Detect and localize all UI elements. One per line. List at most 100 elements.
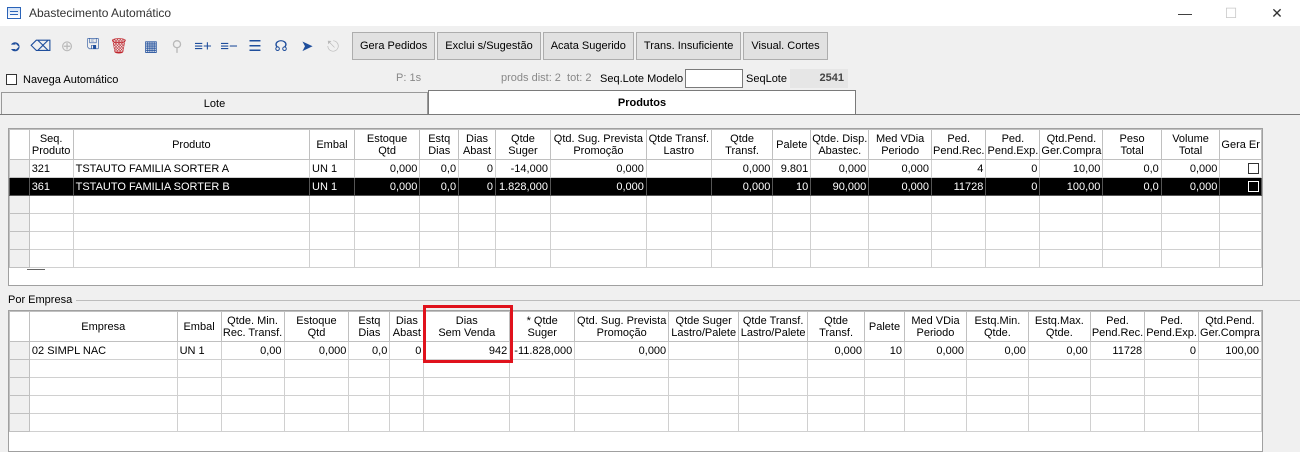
tab-lote[interactable]: Lote xyxy=(1,92,428,114)
seq-lote-modelo-input[interactable] xyxy=(685,69,743,88)
row-indicator[interactable] xyxy=(9,395,30,414)
minimize-icon[interactable]: — xyxy=(1162,0,1208,26)
gera-checkbox-cell[interactable] xyxy=(1219,249,1262,268)
table-cell: 10 xyxy=(864,341,905,360)
table-cell: 0,000 xyxy=(710,177,774,196)
empresa-header-11[interactable]: Qtde Transf. xyxy=(807,311,866,342)
table-cell: 0,000 xyxy=(1160,177,1221,196)
produtos-header-12[interactable]: Med VDia Periodo xyxy=(868,129,933,160)
gera-checkbox-cell[interactable] xyxy=(1219,177,1262,196)
save-icon[interactable]: 🖫 xyxy=(80,32,106,60)
empresa-header-12[interactable]: Palete xyxy=(864,311,905,342)
produtos-header-17[interactable]: Volume Total xyxy=(1160,129,1221,160)
empresa-header-1[interactable]: Embal xyxy=(176,311,222,342)
produtos-header-10[interactable]: Palete xyxy=(772,129,812,160)
export-icon[interactable]: ⎋ xyxy=(320,32,346,60)
table-row[interactable] xyxy=(9,195,1262,214)
empresa-header-8[interactable]: Qtd. Sug. Prevista Promoção xyxy=(574,311,670,342)
produtos-header-8[interactable]: Qtde Transf. Lastro xyxy=(645,129,712,160)
produtos-header-0[interactable]: Seq. Produto xyxy=(28,129,74,160)
empresa-header-10[interactable]: Qtde Transf. Lastro/Palete xyxy=(738,311,809,342)
table-row[interactable]: 361 TSTAUTO FAMILIA SORTER B UN 1 0,000 0,0 0… xyxy=(9,177,1262,196)
maximize-icon[interactable]: ☐ xyxy=(1208,0,1254,26)
row-indicator[interactable] xyxy=(9,231,30,250)
empresa-header-6[interactable]: Dias Sem Venda xyxy=(423,311,511,342)
remove-list-icon[interactable]: ≡− xyxy=(216,32,242,60)
row-indicator[interactable] xyxy=(9,213,30,232)
produtos-header-15[interactable]: Qtd.Pend. Ger.Compra xyxy=(1039,129,1104,160)
empresa-header-5[interactable]: Dias Abast xyxy=(389,311,425,342)
search-icon[interactable]: ⚲ xyxy=(164,32,190,60)
empresa-header-16[interactable]: Ped. Pend.Rec. xyxy=(1089,311,1146,342)
produtos-header-5[interactable]: Dias Abast xyxy=(458,129,496,160)
row-indicator[interactable] xyxy=(9,159,30,178)
table-cell: 321 xyxy=(28,159,74,178)
table-cell xyxy=(423,359,511,378)
empresa-header-18[interactable]: Qtd.Pend. Ger.Compra xyxy=(1197,311,1262,342)
close-icon[interactable]: ✕ xyxy=(1254,0,1300,26)
empresa-header-13[interactable]: Med VDia Periodo xyxy=(904,311,967,342)
tab-produtos[interactable]: Produtos xyxy=(428,90,856,114)
produtos-header-16[interactable]: Peso Total xyxy=(1102,129,1162,160)
visual-cortes-button[interactable]: Visual. Cortes xyxy=(743,32,828,60)
produtos-header-4[interactable]: Estq Dias xyxy=(419,129,460,160)
produtos-header-9[interactable]: Qtde Transf. xyxy=(710,129,774,160)
produtos-header-18[interactable]: Gera Er xyxy=(1219,129,1262,160)
produtos-header-1[interactable]: Produto xyxy=(72,129,311,160)
trans-insuficiente-button[interactable]: Trans. Insuficiente xyxy=(635,32,742,60)
row-indicator[interactable] xyxy=(9,177,30,196)
table-row[interactable]: 02 SIMPL NAC UN 1 0,00 0,000 0,0 0 942 -11.828,… xyxy=(9,341,1262,360)
row-indicator[interactable] xyxy=(9,341,30,360)
binoculars-icon[interactable]: ☊ xyxy=(268,32,294,60)
table-row[interactable] xyxy=(9,395,1262,414)
gera-checkbox-cell[interactable] xyxy=(1219,213,1262,232)
produtos-header-2[interactable]: Embal xyxy=(309,129,355,160)
eraser-icon[interactable]: ⌫ xyxy=(28,32,54,60)
add-list-icon[interactable]: ≡+ xyxy=(190,32,216,60)
gera-checkbox-cell[interactable] xyxy=(1219,159,1262,178)
exclui-sugestao-button[interactable]: Exclui s/Sugestão xyxy=(437,32,541,60)
produtos-header-3[interactable]: Estoque Qtd xyxy=(353,129,421,160)
exit-icon[interactable]: ➲ xyxy=(2,32,28,60)
table-cell: 10,00 xyxy=(1039,159,1104,178)
delete-icon[interactable]: 🗑 xyxy=(106,32,132,60)
table-row[interactable] xyxy=(9,377,1262,396)
table-icon[interactable]: ▦ xyxy=(138,32,164,60)
navega-checkbox[interactable] xyxy=(6,74,17,85)
send-icon[interactable]: ➤ xyxy=(294,32,320,60)
acata-sugerido-button[interactable]: Acata Sugerido xyxy=(542,32,634,60)
produtos-header-14[interactable]: Ped. Pend.Exp. xyxy=(985,129,1041,160)
produtos-header-11[interactable]: Qtde. Disp. Abastec. xyxy=(810,129,870,160)
empresa-header-2[interactable]: Qtde. Min. Rec. Transf. xyxy=(220,311,285,342)
empresa-header-0[interactable]: Empresa xyxy=(28,311,178,342)
table-row[interactable] xyxy=(9,213,1262,232)
gera-pedidos-button[interactable]: Gera Pedidos xyxy=(352,32,436,60)
empresa-header-4[interactable]: Estq Dias xyxy=(348,311,391,342)
gera-checkbox[interactable] xyxy=(1248,163,1259,175)
add-icon[interactable]: ⊕ xyxy=(54,32,80,60)
gera-checkbox-cell[interactable] xyxy=(1219,231,1262,250)
empresa-header-14[interactable]: Estq.Min. Qtde. xyxy=(965,311,1029,342)
table-row[interactable]: 321 TSTAUTO FAMILIA SORTER A UN 1 0,000 0,0 0… xyxy=(9,159,1262,178)
row-indicator[interactable] xyxy=(9,413,30,432)
produtos-header-7[interactable]: Qtd. Sug. Prevista Promoção xyxy=(549,129,647,160)
row-indicator[interactable] xyxy=(9,377,30,396)
table-row[interactable] xyxy=(9,231,1262,250)
empresa-header-15[interactable]: Estq.Max. Qtde. xyxy=(1027,311,1091,342)
row-indicator[interactable] xyxy=(9,249,30,268)
table-row[interactable] xyxy=(9,359,1262,378)
table-row[interactable] xyxy=(9,413,1262,432)
title-bar: Abastecimento Automático — ☐ ✕ xyxy=(0,0,1300,26)
empresa-header-17[interactable]: Ped. Pend.Exp. xyxy=(1144,311,1199,342)
gera-checkbox[interactable] xyxy=(1248,181,1259,193)
empresa-header-7[interactable]: * Qtde Suger xyxy=(509,311,576,342)
filter-icon[interactable]: ☰ xyxy=(242,32,268,60)
empresa-header-9[interactable]: Qtde Suger Lastro/Palete xyxy=(668,311,740,342)
empresa-header-3[interactable]: Estoque Qtd xyxy=(283,311,350,342)
produtos-header-13[interactable]: Ped. Pend.Rec. xyxy=(931,129,987,160)
produtos-header-6[interactable]: Qtde Suger xyxy=(494,129,551,160)
table-row[interactable] xyxy=(9,249,1262,268)
gera-checkbox-cell[interactable] xyxy=(1219,195,1262,214)
row-indicator[interactable] xyxy=(9,195,30,214)
row-indicator[interactable] xyxy=(9,359,30,378)
